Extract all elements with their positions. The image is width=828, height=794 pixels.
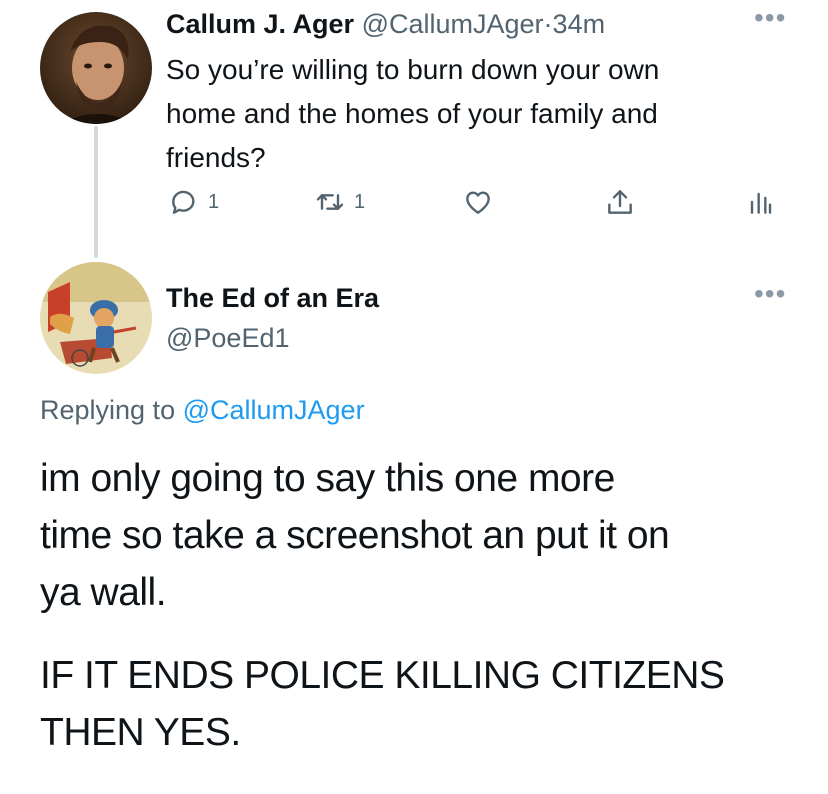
author-name[interactable]: Callum J. Ager xyxy=(166,9,354,39)
replying-prefix: Replying to xyxy=(40,395,176,425)
tweet-text-line: home and the homes of your family and xyxy=(166,98,658,129)
tweet-text-line: So you’re willing to burn down your own xyxy=(166,54,660,85)
reply-icon xyxy=(172,190,195,214)
thread-connector xyxy=(94,126,98,258)
author-handle[interactable]: @PoeEd1 xyxy=(166,318,379,358)
analytics-button[interactable] xyxy=(744,186,776,218)
author-handle[interactable]: @CallumJAger xyxy=(362,9,544,39)
reply-tweet-text: So you’re willing to burn down your own … xyxy=(166,48,659,180)
avatar-poeed[interactable] xyxy=(40,262,152,374)
reply-button[interactable]: 1 xyxy=(168,186,219,218)
analytics-icon xyxy=(750,192,772,214)
main-tweet-body: im only going to say this one more time … xyxy=(40,450,725,761)
retweet-icon xyxy=(316,194,344,210)
reply-count: 1 xyxy=(208,190,220,213)
tweet-text-line: THEN YES. xyxy=(40,711,241,754)
tweet-text-line: im only going to say this one more xyxy=(40,457,615,500)
tweet-text-line: IF IT ENDS POLICE KILLING CITIZENS xyxy=(40,654,725,697)
author-name[interactable]: The Ed of an Era xyxy=(166,278,379,318)
share-button[interactable] xyxy=(604,186,636,218)
timestamp[interactable]: 34m xyxy=(553,9,606,39)
avatar-callum[interactable] xyxy=(40,12,152,124)
reply-tweet-header: Callum J. Ager @CallumJAger·34m xyxy=(166,4,605,44)
separator: · xyxy=(543,9,553,39)
retweet-count: 1 xyxy=(354,190,366,213)
more-icon[interactable]: ••• xyxy=(754,4,786,32)
replying-to: Replying to @CallumJAger xyxy=(40,390,365,430)
tweet-text-line: ya wall. xyxy=(40,571,167,614)
share-icon xyxy=(608,190,632,214)
tweet-text-line: time so take a screenshot an put it on xyxy=(40,514,670,557)
like-button[interactable] xyxy=(462,186,494,218)
tweet-text-line: friends? xyxy=(166,142,266,173)
heart-icon xyxy=(466,191,490,214)
retweet-button[interactable]: 1 xyxy=(314,186,365,218)
more-icon[interactable]: ••• xyxy=(754,280,786,308)
main-tweet-header: The Ed of an Era @PoeEd1 xyxy=(166,278,379,358)
replying-to-link[interactable]: @CallumJAger xyxy=(183,395,365,425)
